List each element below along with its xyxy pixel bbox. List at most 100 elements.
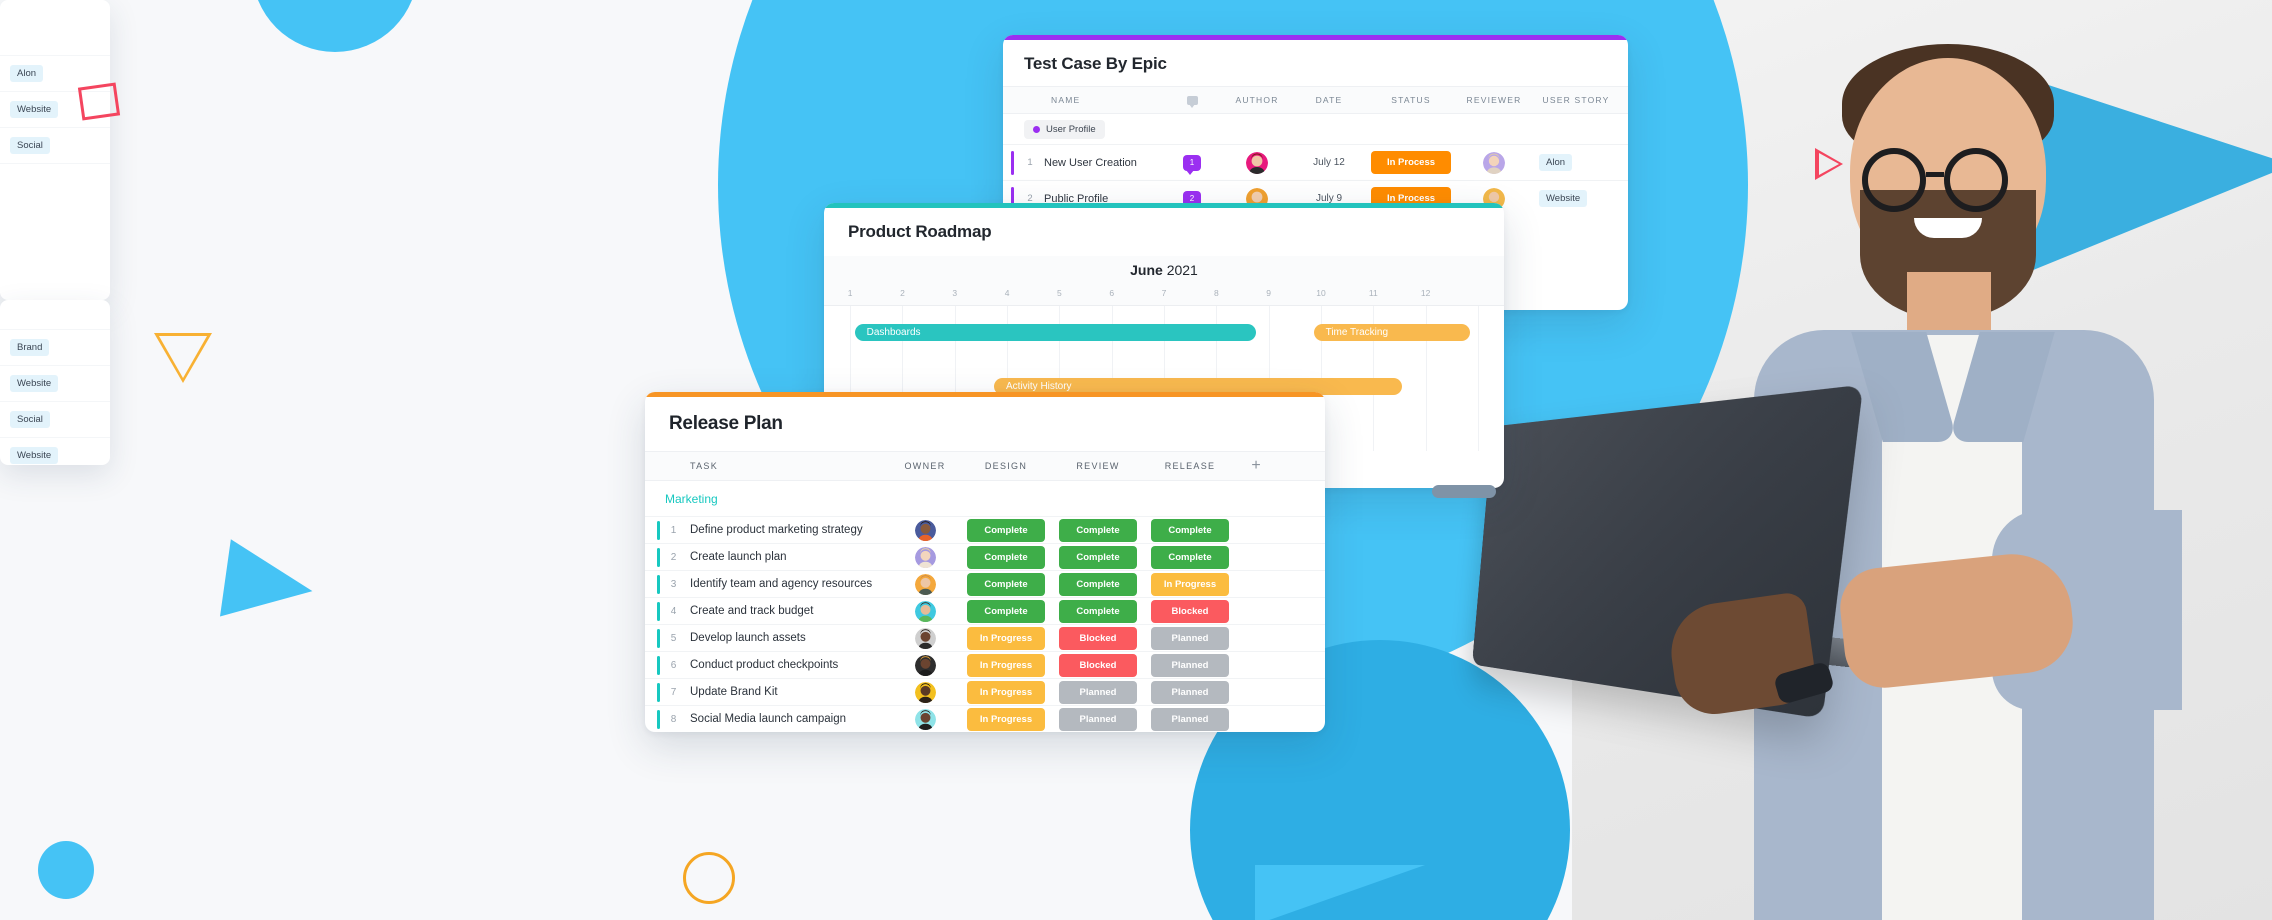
row-accent-bar [657, 575, 660, 594]
design-status-cell[interactable]: In Progress [960, 653, 1052, 677]
status-badge-release[interactable]: Planned [1151, 707, 1229, 731]
table-row[interactable]: 2 Create launch plan Complete Complete Comp… [645, 543, 1325, 570]
status-badge-design[interactable]: Complete [967, 572, 1045, 596]
reviewer-avatar[interactable] [1457, 151, 1531, 174]
status-badge-review[interactable]: Planned [1059, 680, 1137, 704]
gantt-bar-time-tracking[interactable]: Time Tracking [1313, 324, 1470, 341]
tag-row[interactable]: Website [0, 366, 110, 402]
design-status-cell[interactable]: Complete [960, 599, 1052, 623]
status-badge-design[interactable]: In Progress [967, 680, 1045, 704]
tag-chip[interactable]: Alon [10, 65, 44, 82]
release-status-cell[interactable]: Complete [1144, 518, 1236, 542]
release-status-cell[interactable]: Planned [1144, 626, 1236, 650]
table-row[interactable]: 5 Develop launch assets In Progress Blocke… [645, 624, 1325, 651]
status-badge-review[interactable]: Complete [1059, 599, 1137, 623]
decor-triangle-blue-left-icon [220, 539, 318, 629]
tag-chip[interactable]: Website [10, 375, 59, 392]
status-badge-design[interactable]: In Progress [967, 626, 1045, 650]
review-status-cell[interactable]: Blocked [1052, 626, 1144, 650]
status-badge-review[interactable]: Planned [1059, 707, 1137, 731]
user-story-tag[interactable]: Alon [1539, 154, 1573, 171]
owner-avatar[interactable] [890, 708, 960, 730]
scroll-handle[interactable] [1432, 485, 1496, 498]
release-status-cell[interactable]: Planned [1144, 680, 1236, 704]
user-story-cell[interactable]: Website [1531, 190, 1621, 207]
status-badge-review[interactable]: Complete [1059, 545, 1137, 569]
design-status-cell[interactable]: In Progress [960, 626, 1052, 650]
design-status-cell[interactable]: Complete [960, 545, 1052, 569]
user-story-tag[interactable]: Website [1539, 190, 1588, 207]
release-status-cell[interactable]: Planned [1144, 707, 1236, 731]
table-row[interactable]: 1 New User Creation 1 July 12 In Process [1003, 144, 1628, 180]
owner-avatar[interactable] [890, 546, 960, 568]
tag-chip[interactable]: Website [10, 101, 59, 118]
review-status-cell[interactable]: Complete [1052, 599, 1144, 623]
group-chip[interactable]: User Profile [1024, 119, 1105, 139]
design-status-cell[interactable]: In Progress [960, 707, 1052, 731]
design-status-cell[interactable]: Complete [960, 572, 1052, 596]
comment-count-bubble[interactable]: 1 [1163, 154, 1221, 175]
table-row[interactable]: 3 Identify team and agency resources Comp… [645, 570, 1325, 597]
review-status-cell[interactable]: Complete [1052, 572, 1144, 596]
status-cell[interactable]: In Process [1365, 151, 1457, 174]
status-badge-design[interactable]: Complete [967, 545, 1045, 569]
status-badge-release[interactable]: Planned [1151, 680, 1229, 704]
review-status-cell[interactable]: Blocked [1052, 653, 1144, 677]
table-row[interactable]: 8 Social Media launch campaign In Progres… [645, 705, 1325, 732]
tag-chip[interactable]: Website [10, 447, 59, 464]
status-badge-design[interactable]: In Progress [967, 707, 1045, 731]
owner-avatar[interactable] [890, 681, 960, 703]
tag-row[interactable]: Brand [0, 330, 110, 366]
tag-row[interactable]: Website [0, 92, 110, 128]
gantt-bar-dashboards[interactable]: Dashboards [854, 324, 1256, 341]
status-badge-design[interactable]: In Progress [967, 653, 1045, 677]
tag-row[interactable]: Alon [0, 56, 110, 92]
table-row[interactable]: 1 Define product marketing strategy Compl… [645, 516, 1325, 543]
release-status-cell[interactable]: Complete [1144, 545, 1236, 569]
status-badge-review[interactable]: Blocked [1059, 626, 1137, 650]
avatar [1483, 151, 1505, 174]
status-badge-release[interactable]: Complete [1151, 518, 1229, 542]
column-header-date: DATE [1315, 95, 1343, 105]
table-row[interactable]: 7 Update Brand Kit In Progress Planned Plan… [645, 678, 1325, 705]
design-status-cell[interactable]: In Progress [960, 680, 1052, 704]
day-tick: 7 [1161, 288, 1167, 298]
owner-avatar[interactable] [890, 627, 960, 649]
review-status-cell[interactable]: Complete [1052, 518, 1144, 542]
tag-chip[interactable]: Social [10, 137, 50, 154]
status-badge[interactable]: In Process [1371, 151, 1451, 174]
month-name: June [1130, 262, 1163, 278]
review-status-cell[interactable]: Planned [1052, 707, 1144, 731]
status-badge-review[interactable]: Blocked [1059, 653, 1137, 677]
add-column-button[interactable]: + [1236, 457, 1276, 475]
review-status-cell[interactable]: Complete [1052, 545, 1144, 569]
owner-avatar[interactable] [890, 654, 960, 676]
table-row[interactable]: 4 Create and track budget Complete Complet… [645, 597, 1325, 624]
status-badge-release[interactable]: Planned [1151, 626, 1229, 650]
owner-avatar[interactable] [890, 600, 960, 622]
user-story-cell[interactable]: Alon [1531, 154, 1621, 171]
author-avatar[interactable] [1221, 151, 1293, 174]
release-status-cell[interactable]: Blocked [1144, 599, 1236, 623]
table-row[interactable]: 6 Conduct product checkpoints In Progress… [645, 651, 1325, 678]
status-badge-design[interactable]: Complete [967, 599, 1045, 623]
group-header-row[interactable]: User Profile [1003, 114, 1628, 144]
status-badge-review[interactable]: Complete [1059, 518, 1137, 542]
status-badge-release[interactable]: In Progress [1151, 572, 1229, 596]
status-badge-design[interactable]: Complete [967, 518, 1045, 542]
tag-row[interactable]: Social [0, 128, 110, 164]
status-badge-release[interactable]: Complete [1151, 545, 1229, 569]
review-status-cell[interactable]: Planned [1052, 680, 1144, 704]
status-badge-release[interactable]: Planned [1151, 653, 1229, 677]
release-status-cell[interactable]: Planned [1144, 653, 1236, 677]
status-badge-release[interactable]: Blocked [1151, 599, 1229, 623]
tag-row[interactable]: Website [0, 438, 110, 465]
status-badge-review[interactable]: Complete [1059, 572, 1137, 596]
design-status-cell[interactable]: Complete [960, 518, 1052, 542]
owner-avatar[interactable] [890, 573, 960, 595]
tag-chip[interactable]: Social [10, 411, 50, 428]
owner-avatar[interactable] [890, 519, 960, 541]
tag-chip[interactable]: Brand [10, 339, 50, 356]
release-status-cell[interactable]: In Progress [1144, 572, 1236, 596]
tag-row[interactable]: Social [0, 402, 110, 438]
